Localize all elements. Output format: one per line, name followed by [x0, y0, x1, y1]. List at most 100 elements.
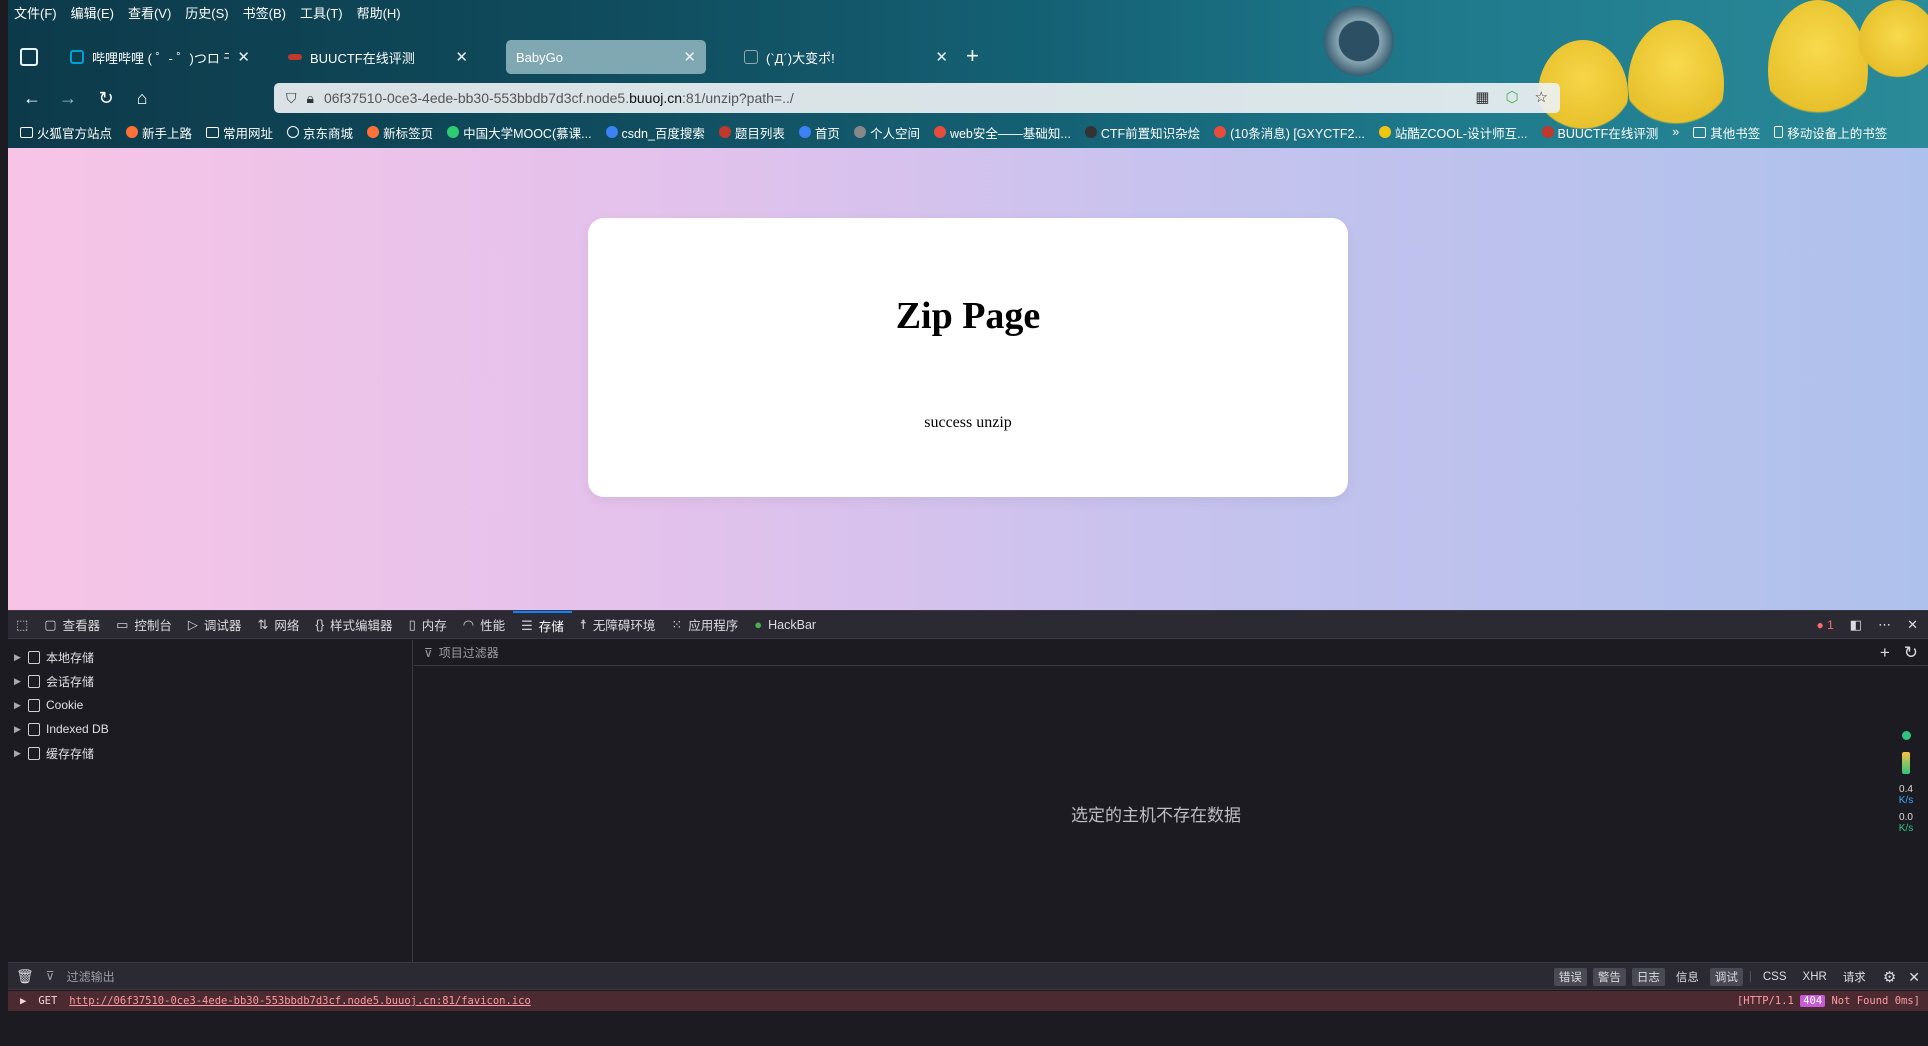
url-bar[interactable]: ⛉ 🔒︎ 06f37510-0ce3-4ede-bb30-553bbdb7d3c…: [274, 83, 1560, 113]
add-item-icon[interactable]: +: [1880, 643, 1890, 663]
bookmark-item[interactable]: BUUCTF在线评测: [1541, 122, 1659, 142]
extension-icon[interactable]: ⬡: [1505, 88, 1518, 106]
trash-icon[interactable]: 🗑︎: [16, 968, 34, 985]
item-filter-input[interactable]: 项目过滤器: [439, 644, 499, 661]
expand-arrow-icon[interactable]: ▶: [14, 724, 22, 735]
error-badge[interactable]: ● 1: [1817, 618, 1834, 632]
close-devtools-icon[interactable]: ✕: [1907, 617, 1918, 633]
tab-buuctf[interactable]: BUUCTF在线评测 ✕: [278, 40, 478, 74]
console-filter-buttons: 错误 警告 日志 信息 调试 | CSS XHR 请求 ⚙ ✕: [1553, 963, 1920, 991]
bookmark-item[interactable]: 个人空间: [853, 122, 920, 142]
tab-storage[interactable]: ☰ 存储: [513, 610, 572, 639]
bookmark-star-icon[interactable]: ☆: [1535, 88, 1548, 106]
reload-icon[interactable]: ↻: [94, 86, 118, 110]
tree-item-local-storage[interactable]: ▶ 本地存储: [8, 645, 412, 669]
qr-code-icon[interactable]: ▦: [1475, 88, 1489, 106]
tab-accessibility[interactable]: ☨ 无障碍环境: [572, 611, 664, 639]
tree-item-session-storage[interactable]: ▶ 会话存储: [8, 669, 412, 693]
bookmark-item[interactable]: 站酷ZCOOL-设计师互...: [1378, 122, 1528, 142]
filter-warnings[interactable]: 警告: [1592, 968, 1626, 986]
bookmark-item[interactable]: 题目列表: [718, 122, 785, 142]
bookmark-overflow-icon[interactable]: »: [1672, 122, 1679, 142]
tab-hackbar[interactable]: ● HackBar: [746, 611, 824, 639]
bookmark-item[interactable]: 新标签页: [367, 122, 433, 142]
tab-babygo[interactable]: BabyGo ✕: [506, 40, 706, 74]
shield-icon[interactable]: ⛉: [286, 90, 297, 107]
filter-errors[interactable]: 错误: [1553, 968, 1587, 986]
filter-requests[interactable]: 请求: [1838, 968, 1871, 986]
filter-css[interactable]: CSS: [1758, 970, 1792, 984]
filter-info[interactable]: 信息: [1671, 968, 1704, 986]
tab-console[interactable]: ▭ 控制台: [108, 611, 180, 639]
close-icon[interactable]: ✕: [237, 48, 250, 66]
console-message[interactable]: ▶ GET http://06f37510-0ce3-4ede-bb30-553…: [8, 991, 1928, 1011]
tree-item-indexed-db[interactable]: ▶ Indexed DB: [8, 717, 412, 741]
menu-bookmarks[interactable]: 书签(B): [243, 4, 286, 24]
storage-icon: [28, 674, 40, 688]
bookmark-label: 火狐官方站点: [37, 126, 113, 141]
tree-item-cache-storage[interactable]: ▶ 缓存存储: [8, 741, 412, 765]
console-filter-input[interactable]: 过滤输出: [67, 968, 115, 985]
tab-performance[interactable]: ◠ 性能: [455, 611, 513, 639]
tab-application[interactable]: ⁙ 应用程序: [663, 611, 746, 639]
bookmark-item[interactable]: (10条消息) [GXYCTF2...: [1214, 122, 1365, 142]
dock-icon[interactable]: ◧: [1850, 617, 1862, 633]
tab-network[interactable]: ⇅ 网络: [249, 611, 307, 639]
expand-arrow-icon[interactable]: ▶: [14, 748, 22, 759]
tv-icon: [70, 50, 84, 64]
expand-arrow-icon[interactable]: ▶: [20, 995, 26, 1007]
close-icon[interactable]: ✕: [455, 48, 468, 66]
more-options-icon[interactable]: ⋯: [1878, 617, 1891, 633]
bookmark-item[interactable]: 常用网址: [206, 122, 273, 142]
bookmark-item[interactable]: 京东商城: [287, 122, 353, 142]
filter-xhr[interactable]: XHR: [1798, 970, 1832, 984]
bookmark-item[interactable]: 移动设备上的书签: [1774, 122, 1887, 142]
request-url[interactable]: http://06f37510-0ce3-4ede-bb30-553bbdb7d…: [69, 995, 530, 1007]
menu-tools[interactable]: 工具(T): [300, 4, 343, 24]
bookmark-item[interactable]: 首页: [798, 122, 840, 142]
tab-memory[interactable]: ▯ 内存: [401, 611, 455, 639]
close-icon[interactable]: ✕: [683, 48, 696, 66]
bookmark-item[interactable]: CTF前置知识杂烩: [1084, 122, 1200, 142]
error-count: 1: [1827, 618, 1834, 632]
bookmark-item[interactable]: csdn_百度搜索: [605, 122, 705, 142]
bookmark-item[interactable]: 其他书签: [1693, 122, 1760, 142]
item-filter-bar[interactable]: ⊽ 项目过滤器 + ↻: [414, 640, 1928, 666]
tab-label: 控制台: [134, 619, 172, 633]
filter-debug[interactable]: 调试: [1709, 968, 1743, 986]
tab-inspector[interactable]: ▢ 查看器: [36, 611, 108, 639]
menu-help[interactable]: 帮助(H): [357, 4, 401, 24]
menu-edit[interactable]: 编辑(E): [71, 4, 114, 24]
home-icon[interactable]: ⌂: [130, 86, 154, 110]
bookmark-item[interactable]: 中国大学MOOC(慕课...: [447, 122, 592, 142]
refresh-icon[interactable]: ↻: [1904, 643, 1918, 663]
bookmark-item[interactable]: 火狐官方站点: [20, 122, 112, 142]
filter-logs[interactable]: 日志: [1631, 968, 1665, 986]
url-text[interactable]: 06f37510-0ce3-4ede-bb30-553bbdb7d3cf.nod…: [324, 90, 794, 106]
tab-face[interactable]: (`Д´)大变ポ! ✕: [734, 40, 958, 74]
bookmark-item[interactable]: web安全——基础知...: [933, 122, 1071, 142]
menu-view[interactable]: 查看(V): [128, 4, 171, 24]
expand-arrow-icon[interactable]: ▶: [14, 676, 22, 687]
menu-file[interactable]: 文件(F): [14, 4, 57, 24]
tab-debugger[interactable]: ▷ 调试器: [180, 611, 250, 639]
response-summary[interactable]: [HTTP/1.1 404 Not Found 0ms]: [1737, 995, 1920, 1007]
tree-item-cookie[interactable]: ▶ Cookie: [8, 693, 412, 717]
expand-arrow-icon[interactable]: ▶: [14, 700, 22, 711]
new-tab-button[interactable]: +: [966, 45, 979, 67]
bookmark-item[interactable]: 新手上路: [126, 122, 192, 142]
close-icon[interactable]: ✕: [935, 48, 948, 66]
expand-arrow-icon[interactable]: ▶: [14, 652, 22, 663]
lock-icon[interactable]: 🔒︎: [307, 90, 314, 107]
element-picker-icon[interactable]: ⬚: [8, 611, 36, 639]
menu-history[interactable]: 历史(S): [185, 4, 228, 24]
bookmark-label: BUUCTF在线评测: [1557, 126, 1659, 141]
forward-icon[interactable]: →: [56, 86, 80, 110]
tab-list-icon[interactable]: [20, 48, 38, 66]
gear-icon[interactable]: ⚙: [1883, 968, 1896, 986]
back-icon[interactable]: ←: [20, 86, 44, 110]
tab-bilibili[interactable]: 哔哩哔哩 ( ゜- ゜)つロ 干杯~-bili ✕: [60, 40, 260, 74]
close-icon[interactable]: ✕: [1908, 969, 1920, 986]
tab-label: BUUCTF在线评测: [310, 50, 415, 66]
tab-style-editor[interactable]: {} 样式编辑器: [307, 611, 400, 639]
